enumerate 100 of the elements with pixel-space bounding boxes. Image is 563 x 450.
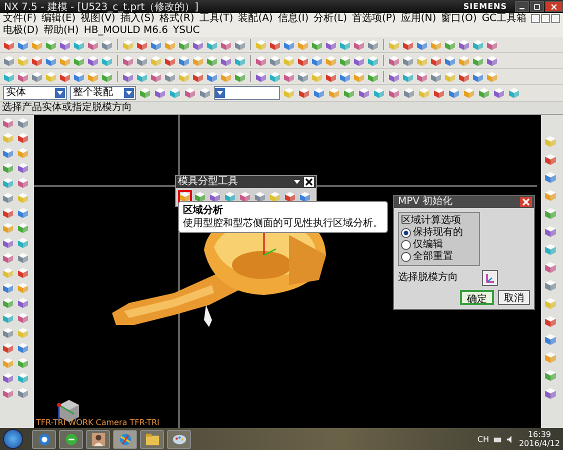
- dialog-button[interactable]: 取消: [498, 290, 530, 305]
- cube-icon[interactable]: [17, 38, 29, 50]
- cube-icon[interactable]: [150, 70, 162, 82]
- cube-icon[interactable]: [508, 87, 520, 99]
- menu-item[interactable]: 首选项(P): [352, 13, 396, 25]
- cube-icon[interactable]: [164, 54, 176, 66]
- cube-icon[interactable]: [544, 207, 556, 220]
- taskbar-button[interactable]: [167, 430, 191, 448]
- cube-icon[interactable]: [220, 38, 232, 50]
- cube-icon[interactable]: [122, 54, 134, 66]
- cube-icon[interactable]: [234, 38, 246, 50]
- cube-icon[interactable]: [101, 54, 113, 66]
- cube-icon[interactable]: [544, 261, 556, 274]
- menu-item[interactable]: 电极(D): [3, 25, 39, 37]
- cube-icon[interactable]: [444, 54, 456, 66]
- cube-icon[interactable]: [458, 54, 470, 66]
- cube-icon[interactable]: [59, 54, 71, 66]
- cube-icon[interactable]: [328, 87, 340, 99]
- cube-icon[interactable]: [339, 70, 351, 82]
- menu-item[interactable]: 帮助(H): [44, 25, 79, 37]
- cube-icon[interactable]: [448, 87, 460, 99]
- taskbar-button[interactable]: [32, 430, 56, 448]
- tool-button[interactable]: [268, 190, 282, 204]
- maximize-button[interactable]: [530, 1, 544, 12]
- cube-icon[interactable]: [17, 387, 29, 399]
- cube-icon[interactable]: [463, 87, 475, 99]
- cube-icon[interactable]: [2, 357, 14, 369]
- cube-icon[interactable]: [17, 312, 29, 324]
- menu-item[interactable]: 格式(R): [160, 13, 194, 25]
- cube-icon[interactable]: [184, 87, 196, 99]
- cube-icon[interactable]: [403, 87, 415, 99]
- cube-icon[interactable]: [388, 87, 400, 99]
- cube-icon[interactable]: [478, 87, 490, 99]
- cube-icon[interactable]: [136, 38, 148, 50]
- cube-icon[interactable]: [367, 38, 379, 50]
- cube-icon[interactable]: [325, 70, 337, 82]
- cube-icon[interactable]: [402, 54, 414, 66]
- cube-icon[interactable]: [298, 87, 310, 99]
- cube-icon[interactable]: [283, 70, 295, 82]
- taskbar-button[interactable]: [86, 430, 110, 448]
- tool-button[interactable]: [208, 190, 222, 204]
- cube-icon[interactable]: [154, 87, 166, 99]
- cube-icon[interactable]: [220, 54, 232, 66]
- cube-icon[interactable]: [17, 282, 29, 294]
- cube-icon[interactable]: [444, 38, 456, 50]
- cube-icon[interactable]: [544, 333, 556, 346]
- cube-icon[interactable]: [192, 38, 204, 50]
- cube-icon[interactable]: [458, 70, 470, 82]
- radio-label[interactable]: 仅编辑: [413, 239, 443, 251]
- direction-button[interactable]: [482, 270, 498, 286]
- cube-icon[interactable]: [3, 38, 15, 50]
- cube-icon[interactable]: [388, 70, 400, 82]
- cube-icon[interactable]: [17, 237, 29, 249]
- cube-icon[interactable]: [17, 207, 29, 219]
- cube-icon[interactable]: [325, 54, 337, 66]
- cube-icon[interactable]: [17, 132, 29, 144]
- cube-icon[interactable]: [136, 70, 148, 82]
- cube-icon[interactable]: [311, 54, 323, 66]
- cube-icon[interactable]: [269, 38, 281, 50]
- cube-icon[interactable]: [2, 312, 14, 324]
- cube-icon[interactable]: [73, 54, 85, 66]
- radio-button[interactable]: [401, 228, 411, 238]
- tool-button[interactable]: [283, 190, 297, 204]
- cube-icon[interactable]: [269, 70, 281, 82]
- menu-item[interactable]: HB_MOULD M6.6: [84, 25, 168, 37]
- cube-icon[interactable]: [458, 38, 470, 50]
- cube-icon[interactable]: [101, 70, 113, 82]
- cube-icon[interactable]: [2, 222, 14, 234]
- cube-icon[interactable]: [430, 70, 442, 82]
- cube-icon[interactable]: [416, 38, 428, 50]
- cube-icon[interactable]: [544, 243, 556, 256]
- cube-icon[interactable]: [45, 54, 57, 66]
- filter-dropdown[interactable]: 实体: [3, 86, 67, 100]
- cube-icon[interactable]: [87, 70, 99, 82]
- cube-icon[interactable]: [234, 70, 246, 82]
- cube-icon[interactable]: [358, 87, 370, 99]
- taskbar-button[interactable]: [140, 430, 164, 448]
- cube-icon[interactable]: [472, 54, 484, 66]
- cube-icon[interactable]: [388, 54, 400, 66]
- cube-icon[interactable]: [430, 54, 442, 66]
- radio-label[interactable]: 保持现有的: [413, 227, 463, 239]
- menu-item[interactable]: 分析(L): [314, 13, 347, 25]
- clock-time[interactable]: 16:39: [528, 430, 552, 439]
- cube-icon[interactable]: [367, 70, 379, 82]
- radio-button[interactable]: [401, 240, 411, 250]
- cube-icon[interactable]: [150, 38, 162, 50]
- cube-icon[interactable]: [486, 70, 498, 82]
- cube-icon[interactable]: [493, 87, 505, 99]
- cube-icon[interactable]: [255, 70, 267, 82]
- cube-icon[interactable]: [17, 177, 29, 189]
- cube-icon[interactable]: [2, 282, 14, 294]
- cube-icon[interactable]: [325, 38, 337, 50]
- cube-icon[interactable]: [544, 351, 556, 364]
- cube-icon[interactable]: [164, 38, 176, 50]
- cube-icon[interactable]: [17, 267, 29, 279]
- dialog-button[interactable]: 确定: [460, 290, 494, 305]
- cube-icon[interactable]: [297, 70, 309, 82]
- cube-icon[interactable]: [206, 70, 218, 82]
- cube-icon[interactable]: [343, 87, 355, 99]
- cube-icon[interactable]: [17, 162, 29, 174]
